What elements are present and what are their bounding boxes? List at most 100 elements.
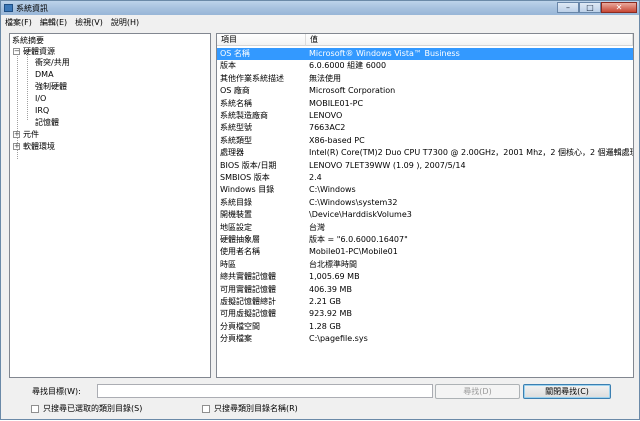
- tree-item-label: 硬體資源: [23, 47, 55, 56]
- menu-bar: 檔案(F) 編輯(E) 檢視(V) 說明(H): [1, 15, 639, 29]
- tree-item-dma[interactable]: DMA: [35, 69, 54, 80]
- item-cell: 時區: [220, 259, 236, 269]
- value-cell: \Device\HarddiskVolume3: [309, 210, 412, 220]
- value-cell: 1.28 GB: [309, 321, 342, 331]
- table-row[interactable]: 系統類型 X86-based PC: [217, 135, 633, 147]
- value-cell: 2.21 GB: [309, 297, 342, 306]
- tree-item-system-summary[interactable]: 系統摘要: [12, 35, 44, 46]
- tree-item-hardware-resources[interactable]: − 硬體資源: [13, 46, 55, 57]
- title-bar[interactable]: 系統資訊 – □ ✕: [1, 1, 639, 15]
- tree-item-io[interactable]: I/O: [35, 93, 46, 104]
- item-cell: 可用實體記憶體: [220, 284, 276, 294]
- details-list: 項目 值 OS 名稱 Microsoft® Windows Vista™ Busi…: [216, 33, 634, 378]
- menu-view[interactable]: 檢視(V): [71, 17, 107, 28]
- column-header-item[interactable]: 項目: [217, 34, 306, 46]
- find-bar: 尋找目標(W): 尋找(D) 關閉尋找(C) 只搜尋已選取的類別目錄(S) 只搜…: [1, 381, 639, 421]
- system-information-window: 系統資訊 – □ ✕ 檔案(F) 編輯(E) 檢視(V) 說明(H) 系統摘要 …: [0, 0, 640, 420]
- tree-item-memory[interactable]: 記憶體: [35, 117, 59, 128]
- app-icon: [4, 4, 13, 12]
- table-row[interactable]: 開機裝置 \Device\HarddiskVolume3: [217, 209, 633, 221]
- window-controls: – □ ✕: [557, 2, 637, 13]
- search-category-names-checkbox[interactable]: [202, 404, 210, 413]
- close-find-button[interactable]: 關閉尋找(C): [523, 384, 611, 399]
- tree-item-label: 軟體環境: [23, 142, 55, 151]
- value-cell: 2.4: [309, 173, 322, 182]
- close-button[interactable]: ✕: [601, 2, 637, 13]
- table-row[interactable]: 可用實體記憶體 406.39 MB: [217, 284, 633, 296]
- table-row[interactable]: Windows 目錄 C:\Windows: [217, 184, 633, 196]
- search-selected-category-option[interactable]: 只搜尋已選取的類別目錄(S): [31, 403, 142, 414]
- item-cell: 使用者名稱: [220, 247, 260, 257]
- item-cell: 版本: [220, 61, 236, 71]
- value-cell: Intel(R) Core(TM)2 Duo CPU T7300 @ 2.00G…: [309, 148, 634, 158]
- table-row[interactable]: BIOS 版本/日期 LENOVO 7LET39WW (1.09 ), 2007/…: [217, 160, 633, 172]
- item-cell: OS 廠商: [220, 86, 250, 96]
- value-cell: 1,005.69 MB: [309, 272, 360, 282]
- tree-item-irq[interactable]: IRQ: [35, 105, 49, 116]
- table-row[interactable]: 總共實體記憶體 1,005.69 MB: [217, 271, 633, 283]
- checkbox-label: 只搜尋已選取的類別目錄(S): [43, 404, 143, 413]
- value-cell: C:\pagefile.sys: [309, 334, 368, 344]
- value-cell: C:\Windows: [309, 185, 356, 195]
- item-cell: 可用虛擬記憶體: [220, 309, 276, 319]
- table-row[interactable]: OS 名稱 Microsoft® Windows Vista™ Business: [217, 48, 633, 60]
- item-cell: SMBIOS 版本: [220, 173, 270, 182]
- value-cell: 406.39 MB: [309, 284, 352, 294]
- item-cell: 系統類型: [220, 135, 252, 145]
- menu-edit[interactable]: 編輯(E): [36, 17, 71, 28]
- value-cell: X86-based PC: [309, 135, 365, 145]
- table-row[interactable]: SMBIOS 版本 2.4: [217, 172, 633, 184]
- table-row[interactable]: 使用者名稱 Mobile01-PC\Mobile01: [217, 246, 633, 258]
- item-cell: 處理器: [220, 148, 244, 158]
- expand-icon[interactable]: +: [13, 143, 20, 150]
- table-row[interactable]: 可用虛擬記憶體 923.92 MB: [217, 308, 633, 320]
- minimize-button[interactable]: –: [557, 2, 579, 13]
- category-tree: 系統摘要 − 硬體資源 衝突/共用 DMA 強制硬體 I/O IRQ 記憶體 +…: [9, 33, 211, 378]
- table-row[interactable]: 虛擬記憶體總計 2.21 GB: [217, 296, 633, 308]
- value-cell: C:\Windows\system32: [309, 197, 398, 207]
- table-row[interactable]: 分頁檔空間 1.28 GB: [217, 321, 633, 333]
- table-row[interactable]: 其他作業系統描述 無法使用: [217, 73, 633, 85]
- item-cell: 系統型號: [220, 123, 252, 133]
- value-cell: LENOVO: [309, 111, 343, 120]
- table-row[interactable]: 硬體抽象層 版本 = "6.0.6000.16407": [217, 234, 633, 246]
- tree-item-software-environment[interactable]: + 軟體環境: [13, 141, 55, 152]
- search-selected-category-checkbox[interactable]: [31, 404, 39, 413]
- value-cell: Microsoft® Windows Vista™ Business: [309, 49, 460, 58]
- table-row[interactable]: 系統目錄 C:\Windows\system32: [217, 197, 633, 209]
- maximize-button[interactable]: □: [579, 2, 601, 13]
- table-row[interactable]: 系統名稱 MOBILE01-PC: [217, 98, 633, 110]
- value-cell: 台灣: [309, 222, 325, 232]
- find-input[interactable]: [97, 384, 433, 398]
- item-cell: BIOS 版本/日期: [220, 160, 277, 170]
- expand-icon[interactable]: +: [13, 131, 20, 138]
- menu-file[interactable]: 檔案(F): [1, 17, 36, 28]
- menu-help[interactable]: 說明(H): [107, 17, 143, 28]
- value-cell: 無法使用: [309, 73, 341, 83]
- table-row[interactable]: 版本 6.0.6000 組建 6000: [217, 60, 633, 72]
- tree-item-components[interactable]: + 元件: [13, 129, 39, 140]
- item-cell: 地區設定: [220, 222, 252, 232]
- search-category-names-option[interactable]: 只搜尋類別目錄名稱(R): [202, 403, 298, 414]
- table-row[interactable]: 分頁檔案 C:\pagefile.sys: [217, 333, 633, 345]
- item-cell: 虛擬記憶體總計: [220, 297, 276, 306]
- table-row[interactable]: 時區 台北標準時間: [217, 259, 633, 271]
- find-button[interactable]: 尋找(D): [435, 384, 520, 399]
- table-row[interactable]: OS 廠商 Microsoft Corporation: [217, 85, 633, 97]
- item-cell: 硬體抽象層: [220, 235, 260, 244]
- item-cell: 總共實體記憶體: [220, 272, 276, 282]
- tree-item-conflicts-sharing[interactable]: 衝突/共用: [35, 57, 70, 68]
- table-row[interactable]: 系統型號 7663AC2: [217, 122, 633, 134]
- tree-item-forced-hardware[interactable]: 強制硬體: [35, 81, 67, 92]
- item-cell: 其他作業系統描述: [220, 73, 284, 83]
- value-cell: 版本 = "6.0.6000.16407": [309, 235, 408, 244]
- item-cell: 分頁檔空間: [220, 321, 260, 331]
- item-cell: 系統目錄: [220, 197, 252, 207]
- column-header-value[interactable]: 值: [306, 34, 633, 46]
- find-label: 尋找目標(W):: [32, 387, 81, 396]
- item-cell: 系統製造廠商: [220, 111, 268, 120]
- table-row[interactable]: 地區設定 台灣: [217, 222, 633, 234]
- table-row[interactable]: 處理器 Intel(R) Core(TM)2 Duo CPU T7300 @ 2.…: [217, 147, 633, 159]
- table-row[interactable]: 系統製造廠商 LENOVO: [217, 110, 633, 122]
- collapse-icon[interactable]: −: [13, 48, 20, 55]
